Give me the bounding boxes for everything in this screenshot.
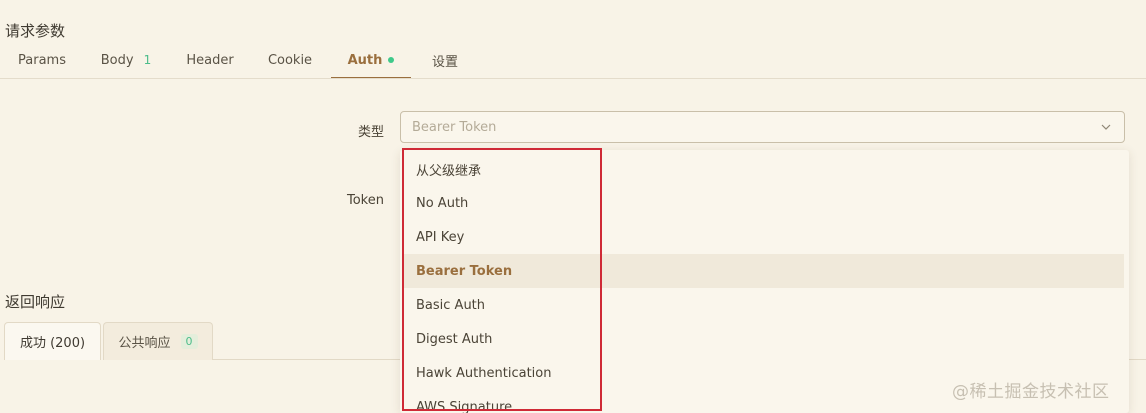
tab-params[interactable]: Params <box>8 42 76 78</box>
tab-public-label: 公共响应 <box>118 336 171 351</box>
option-label: Bearer Token <box>416 263 513 279</box>
tab-success-label: 成功 (200) <box>19 336 86 351</box>
tab-auth-label: Auth <box>347 52 383 68</box>
tab-params-label: Params <box>18 52 66 68</box>
option-label: Basic Auth <box>416 297 486 313</box>
option-label: Hawk Authentication <box>416 365 552 381</box>
option-bearer-token[interactable]: Bearer Token <box>404 254 1124 288</box>
token-label: Token <box>347 193 384 208</box>
tab-public-response[interactable]: 公共响应 0 <box>103 322 213 360</box>
tab-cookie-label: Cookie <box>267 52 313 68</box>
request-params-title: 请求参数 <box>5 22 66 40</box>
public-count-badge: 0 <box>180 334 198 349</box>
auth-type-select[interactable]: Bearer Token <box>400 111 1125 143</box>
body-count-badge: 1 <box>143 53 152 67</box>
option-api-key[interactable]: API Key <box>404 220 1124 254</box>
request-tabs: Params Body 1 Header Cookie Auth 设置 <box>0 42 1146 79</box>
chevron-down-icon <box>1101 124 1111 130</box>
tab-divider <box>0 78 1146 79</box>
option-label: No Auth <box>416 195 469 211</box>
option-no-auth[interactable]: No Auth <box>404 186 1124 220</box>
type-label: 类型 <box>357 125 384 140</box>
option-label: 从父级继承 <box>416 163 482 179</box>
option-label: API Key <box>416 229 465 245</box>
response-title: 返回响应 <box>5 293 66 311</box>
watermark: @稀土掘金技术社区 <box>952 382 1110 402</box>
tab-settings-label: 设置 <box>431 54 458 70</box>
tab-body[interactable]: Body 1 <box>90 42 162 78</box>
option-digest-auth[interactable]: Digest Auth <box>404 322 1124 356</box>
auth-type-dropdown: 从父级继承 No Auth API Key Bearer Token Basic… <box>400 150 1129 413</box>
tab-auth[interactable]: Auth <box>331 42 411 79</box>
option-label: AWS Signature <box>416 399 513 413</box>
tab-cookie[interactable]: Cookie <box>256 42 324 78</box>
tab-settings[interactable]: 设置 <box>420 42 470 78</box>
option-inherit-parent[interactable]: 从父级继承 <box>404 152 1124 186</box>
tab-header-label: Header <box>186 52 234 68</box>
tab-success-200[interactable]: 成功 (200) <box>4 322 101 360</box>
auth-status-dot <box>388 57 395 63</box>
tab-body-label: Body <box>100 52 134 68</box>
auth-type-value: Bearer Token <box>412 120 497 135</box>
tab-header[interactable]: Header <box>176 42 244 78</box>
option-label: Digest Auth <box>416 331 493 347</box>
option-basic-auth[interactable]: Basic Auth <box>404 288 1124 322</box>
